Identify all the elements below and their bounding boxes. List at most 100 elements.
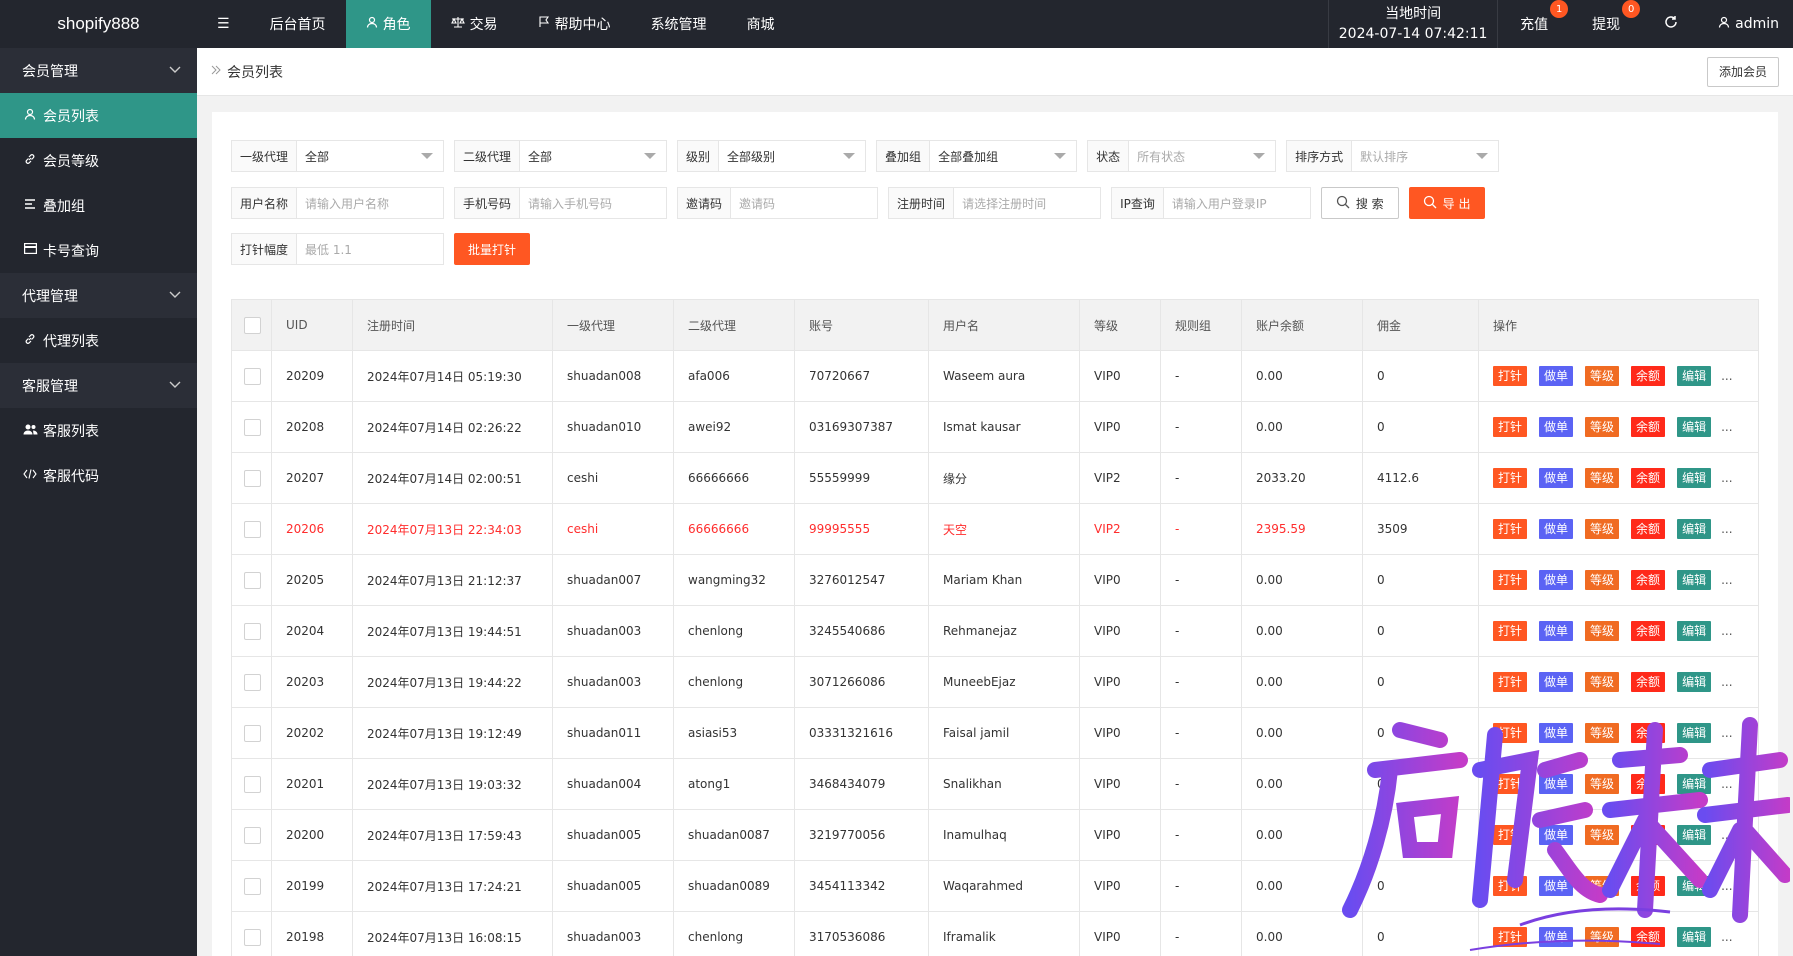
balance-button[interactable]: 余额 <box>1631 570 1666 590</box>
col-balance[interactable]: 账户余额 <box>1241 299 1363 351</box>
nav-item-role[interactable]: 角色 <box>345 0 431 48</box>
username-input[interactable]: 请输入用户名称 <box>297 188 443 218</box>
order-button[interactable]: 做单 <box>1539 723 1574 743</box>
filter-agent1-select[interactable]: 全部 <box>297 141 443 171</box>
inject-button[interactable]: 打针 <box>1493 366 1528 386</box>
register-time-input[interactable]: 请选择注册时间 <box>954 188 1100 218</box>
row-checkbox[interactable] <box>244 928 261 946</box>
row-select-cell[interactable] <box>231 809 272 861</box>
row-select-cell[interactable] <box>231 656 272 708</box>
more-button[interactable]: ... <box>1721 522 1732 536</box>
col-agent2[interactable]: 二级代理 <box>673 299 795 351</box>
edit-button[interactable]: 编辑 <box>1677 672 1712 692</box>
inject-button[interactable]: 打针 <box>1493 417 1528 437</box>
nav-item-trade[interactable]: 交易 <box>431 0 518 48</box>
inject-button[interactable]: 打针 <box>1493 468 1528 488</box>
level-button[interactable]: 等级 <box>1585 825 1620 845</box>
more-button[interactable]: ... <box>1721 471 1732 485</box>
sidebar-item-card-query[interactable]: 卡号查询 <box>0 228 197 273</box>
more-button[interactable]: ... <box>1721 828 1732 842</box>
row-checkbox[interactable] <box>244 469 261 487</box>
sidebar-group-agents[interactable]: 代理管理 <box>0 273 197 318</box>
filter-sort[interactable]: 排序方式 默认排序 <box>1286 140 1500 172</box>
inject-button[interactable]: 打针 <box>1493 621 1528 641</box>
row-checkbox[interactable] <box>244 520 261 538</box>
order-button[interactable]: 做单 <box>1539 519 1574 539</box>
nav-item-help[interactable]: 帮助中心 <box>518 0 631 48</box>
more-button[interactable]: ... <box>1721 879 1732 893</box>
select-all-cell[interactable] <box>231 299 272 351</box>
order-button[interactable]: 做单 <box>1539 417 1574 437</box>
more-button[interactable]: ... <box>1721 624 1732 638</box>
add-member-button[interactable]: 添加会员 <box>1706 56 1779 87</box>
invite-code-input[interactable]: 邀请码 <box>731 188 877 218</box>
col-register-time[interactable]: 注册时间 <box>352 299 553 351</box>
user-menu[interactable]: admin <box>1700 0 1793 48</box>
order-button[interactable]: 做单 <box>1539 927 1574 947</box>
order-button[interactable]: 做单 <box>1539 570 1574 590</box>
level-button[interactable]: 等级 <box>1585 621 1620 641</box>
row-select-cell[interactable] <box>231 350 272 402</box>
order-button[interactable]: 做单 <box>1539 366 1574 386</box>
more-button[interactable]: ... <box>1721 930 1732 944</box>
row-checkbox[interactable] <box>244 418 261 436</box>
row-select-cell[interactable] <box>231 503 272 555</box>
row-select-cell[interactable] <box>231 452 272 504</box>
row-checkbox[interactable] <box>244 724 261 742</box>
level-button[interactable]: 等级 <box>1585 876 1620 896</box>
filter-level[interactable]: 级别 全部级别 <box>677 140 867 172</box>
level-button[interactable]: 等级 <box>1585 774 1620 794</box>
order-button[interactable]: 做单 <box>1539 876 1574 896</box>
balance-button[interactable]: 余额 <box>1631 468 1666 488</box>
inject-button[interactable]: 打针 <box>1493 825 1528 845</box>
balance-button[interactable]: 余额 <box>1631 366 1666 386</box>
sidebar-group-members[interactable]: 会员管理 <box>0 48 197 93</box>
more-button[interactable]: ... <box>1721 369 1732 383</box>
level-button[interactable]: 等级 <box>1585 723 1620 743</box>
filter-agent2-select[interactable]: 全部 <box>520 141 666 171</box>
nav-item-home[interactable]: 后台首页 <box>250 0 346 48</box>
more-button[interactable]: ... <box>1721 777 1732 791</box>
edit-button[interactable]: 编辑 <box>1677 876 1712 896</box>
balance-button[interactable]: 余额 <box>1631 519 1666 539</box>
withdraw-button[interactable]: 提现 0 <box>1570 0 1642 48</box>
row-checkbox[interactable] <box>244 367 261 385</box>
sidebar-item-agent-list[interactable]: 代理列表 <box>0 318 197 363</box>
edit-button[interactable]: 编辑 <box>1677 621 1712 641</box>
more-button[interactable]: ... <box>1721 675 1732 689</box>
edit-button[interactable]: 编辑 <box>1677 825 1712 845</box>
col-account[interactable]: 账号 <box>794 299 929 351</box>
row-checkbox[interactable] <box>244 826 261 844</box>
app-logo[interactable]: shopify888 <box>0 0 197 48</box>
row-checkbox[interactable] <box>244 571 261 589</box>
level-button[interactable]: 等级 <box>1585 570 1620 590</box>
nav-item-system[interactable]: 系统管理 <box>631 0 727 48</box>
col-agent1[interactable]: 一级代理 <box>552 299 674 351</box>
filter-stack-group[interactable]: 叠加组 全部叠加组 <box>876 140 1078 172</box>
edit-button[interactable]: 编辑 <box>1677 570 1712 590</box>
sidebar-item-stack-group[interactable]: 叠加组 <box>0 183 197 228</box>
range-input[interactable]: 最低 1.1 <box>297 234 443 264</box>
row-checkbox[interactable] <box>244 622 261 640</box>
row-select-cell[interactable] <box>231 554 272 606</box>
inject-button[interactable]: 打针 <box>1493 570 1528 590</box>
sidebar-item-member-level[interactable]: 会员等级 <box>0 138 197 183</box>
row-select-cell[interactable] <box>231 605 272 657</box>
row-checkbox[interactable] <box>244 673 261 691</box>
level-button[interactable]: 等级 <box>1585 417 1620 437</box>
inject-button[interactable]: 打针 <box>1493 672 1528 692</box>
select-all-checkbox[interactable] <box>244 316 261 334</box>
filter-agent2[interactable]: 二级代理 全部 <box>454 140 668 172</box>
inject-button[interactable]: 打针 <box>1493 723 1528 743</box>
sidebar-item-support-code[interactable]: 客服代码 <box>0 453 197 498</box>
level-button[interactable]: 等级 <box>1585 468 1620 488</box>
row-checkbox[interactable] <box>244 877 261 895</box>
menu-toggle-button[interactable]: ☰ <box>197 0 250 48</box>
edit-button[interactable]: 编辑 <box>1677 468 1712 488</box>
refresh-button[interactable] <box>1642 0 1700 48</box>
more-button[interactable]: ... <box>1721 420 1732 434</box>
balance-button[interactable]: 余额 <box>1631 621 1666 641</box>
balance-button[interactable]: 余额 <box>1631 825 1666 845</box>
balance-button[interactable]: 余额 <box>1631 672 1666 692</box>
filter-stack-group-select[interactable]: 全部叠加组 <box>930 141 1076 171</box>
